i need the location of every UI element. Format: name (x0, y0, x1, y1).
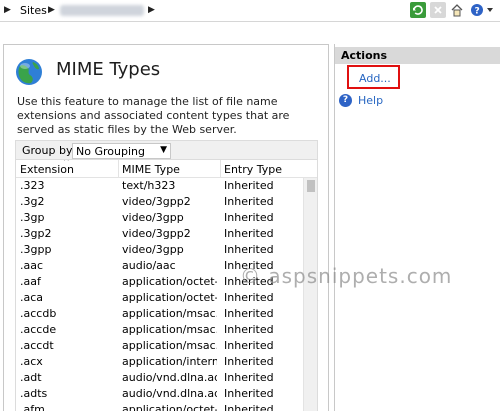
watermark-text: © aspsnippets.com (240, 264, 453, 288)
cell-mime-type: audio/vnd.dlna.adts (122, 387, 217, 400)
cell-entry-type: Inherited (224, 227, 274, 240)
cell-extension: .aca (20, 291, 44, 304)
feature-description: Use this feature to manage the list of f… (17, 95, 290, 136)
page-title: MIME Types (56, 59, 161, 80)
chevron-right-icon[interactable]: ▶ (4, 5, 11, 15)
cell-extension: .adts (20, 387, 48, 400)
cell-mime-type: application/intern... (122, 355, 217, 368)
add-highlight-box: Add... (347, 65, 400, 89)
help-action-link[interactable]: Help (358, 94, 383, 107)
address-bar: ▶ Sites ▶ ▶ ? (0, 0, 500, 22)
grid-rows: .323 text/h323 Inherited .3g2 video/3gpp2 Inh… (16, 178, 303, 411)
cell-mime-type: video/3gpp (122, 211, 184, 224)
actions-title: Actions (341, 49, 387, 62)
grid-header: ^ Extension MIME Type Entry Type (16, 160, 317, 178)
column-divider[interactable] (220, 160, 221, 178)
cell-mime-type: video/3gpp2 (122, 195, 191, 208)
table-row[interactable]: .3gp2 video/3gpp2 Inherited (16, 226, 303, 242)
table-row[interactable]: .aca application/octet-... Inherited (16, 290, 303, 306)
chevron-down-icon: ▼ (160, 145, 167, 155)
cell-mime-type: application/octet-... (122, 403, 217, 411)
breadcrumb-sites[interactable]: Sites (20, 4, 47, 17)
column-divider[interactable] (118, 160, 119, 178)
table-row[interactable]: .acx application/intern... Inherited (16, 354, 303, 370)
cell-entry-type: Inherited (224, 403, 274, 411)
cell-mime-type: application/msac... (122, 307, 217, 320)
table-row[interactable]: .3gp video/3gpp Inherited (16, 210, 303, 226)
table-row[interactable]: .accdb application/msac... Inherited (16, 306, 303, 322)
cell-mime-type: video/3gpp (122, 243, 184, 256)
cell-extension: .3gp (20, 211, 45, 224)
cell-extension: .3g2 (20, 195, 45, 208)
group-by-select[interactable]: No Grouping ▼ (72, 143, 171, 159)
cell-extension: .aac (20, 259, 44, 272)
cell-extension: .adt (20, 371, 42, 384)
cell-entry-type: Inherited (224, 291, 274, 304)
table-row[interactable]: .adts audio/vnd.dlna.adts Inherited (16, 386, 303, 402)
table-row[interactable]: .accdt application/msac... Inherited (16, 338, 303, 354)
help-icon[interactable]: ? (339, 94, 352, 107)
column-header-extension[interactable]: Extension (20, 163, 74, 176)
cell-entry-type: Inherited (224, 179, 274, 192)
cell-mime-type: text/h323 (122, 179, 176, 192)
table-row[interactable]: .3g2 video/3gpp2 Inherited (16, 194, 303, 210)
cell-extension: .afm (20, 403, 45, 411)
cell-mime-type: application/octet-... (122, 291, 217, 304)
table-row[interactable]: .adt audio/vnd.dlna.adts Inherited (16, 370, 303, 386)
globe-icon (16, 59, 42, 85)
cell-extension: .accdt (20, 339, 54, 352)
mime-types-pane: MIME Types Use this feature to manage th… (3, 44, 329, 411)
breadcrumb-site-name-redacted[interactable] (60, 5, 144, 16)
table-row[interactable]: .3gpp video/3gpp Inherited (16, 242, 303, 258)
cell-extension: .accde (20, 323, 57, 336)
cell-entry-type: Inherited (224, 339, 274, 352)
cell-entry-type: Inherited (224, 387, 274, 400)
cell-entry-type: Inherited (224, 323, 274, 336)
cell-extension: .aaf (20, 275, 41, 288)
column-header-entry-type[interactable]: Entry Type (224, 163, 282, 176)
table-row[interactable]: .323 text/h323 Inherited (16, 178, 303, 194)
add-action-link[interactable]: Add... (359, 72, 391, 85)
actions-header: Actions (335, 47, 500, 64)
cell-entry-type: Inherited (224, 211, 274, 224)
refresh-icon[interactable] (410, 2, 426, 18)
cell-entry-type: Inherited (224, 371, 274, 384)
table-row[interactable]: .afm application/octet-... Inherited (16, 402, 303, 411)
vertical-scrollbar[interactable] (303, 178, 317, 411)
cell-mime-type: application/octet-... (122, 275, 217, 288)
cell-extension: .acx (20, 355, 43, 368)
help-dropdown-icon[interactable]: ? (470, 2, 496, 18)
cell-extension: .323 (20, 179, 45, 192)
group-by-label: Group by: (22, 144, 76, 157)
cell-extension: .3gp2 (20, 227, 52, 240)
group-by-value: No Grouping (76, 145, 145, 158)
cell-entry-type: Inherited (224, 307, 274, 320)
column-header-mime-type[interactable]: MIME Type (122, 163, 180, 176)
stop-icon[interactable] (430, 2, 446, 18)
svg-text:?: ? (475, 7, 480, 17)
cell-entry-type: Inherited (224, 195, 274, 208)
cell-mime-type: audio/aac (122, 259, 176, 272)
cell-entry-type: Inherited (224, 355, 274, 368)
toolbar-spacer (0, 22, 500, 44)
cell-entry-type: Inherited (224, 243, 274, 256)
actions-pane: Actions Add... ? Help (334, 44, 500, 411)
cell-extension: .accdb (20, 307, 57, 320)
cell-mime-type: video/3gpp2 (122, 227, 191, 240)
group-by-bar: Group by: No Grouping ▼ (15, 140, 318, 160)
chevron-right-icon[interactable]: ▶ (48, 5, 55, 15)
chevron-right-icon[interactable]: ▶ (148, 5, 155, 15)
cell-mime-type: application/msac... (122, 339, 217, 352)
cell-mime-type: audio/vnd.dlna.adts (122, 371, 217, 384)
cell-extension: .3gpp (20, 243, 52, 256)
cell-mime-type: application/msac... (122, 323, 217, 336)
home-icon[interactable] (449, 2, 465, 18)
scrollbar-thumb[interactable] (307, 180, 315, 192)
table-row[interactable]: .accde application/msac... Inherited (16, 322, 303, 338)
